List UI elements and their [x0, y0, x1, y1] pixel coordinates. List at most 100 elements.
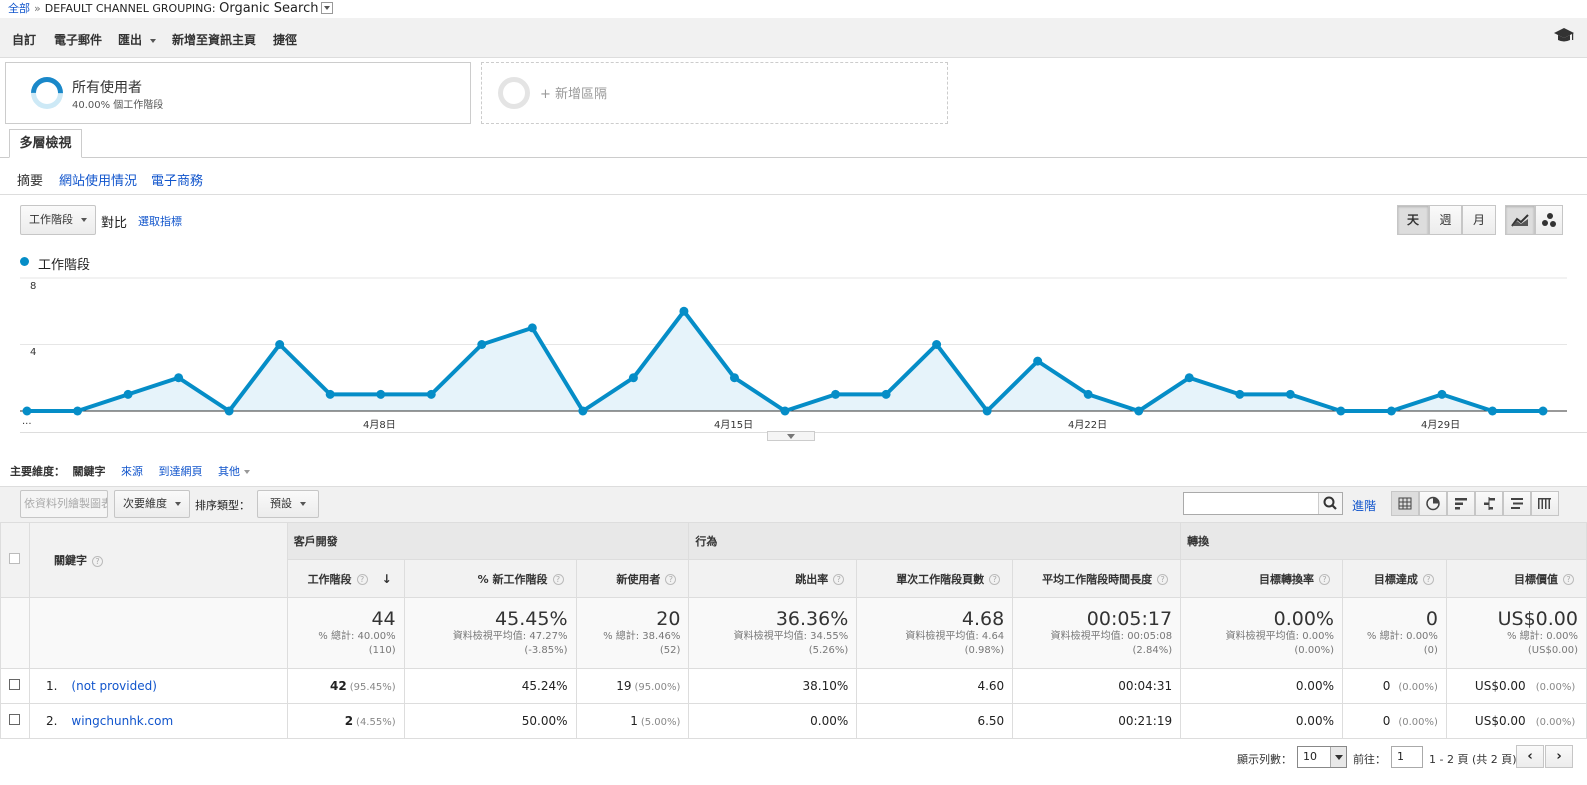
new-users-percent: (95.00%)	[634, 682, 681, 693]
help-icon[interactable]: ?	[356, 574, 368, 585]
breadcrumb-dropdown-icon[interactable]	[321, 2, 334, 14]
help-icon[interactable]: ?	[1157, 574, 1169, 585]
segment-all-users[interactable]: 所有使用者 40.00% 個工作階段	[5, 62, 471, 124]
pie-view-icon[interactable]	[1419, 491, 1447, 516]
data-point	[1386, 406, 1396, 416]
table-row[interactable]: 1. (not provided) 42 (95.45%) 45.24% 19 (95…	[0, 668, 1587, 704]
keyword-column-header[interactable]: 關鍵字?	[28, 522, 288, 598]
pages-per-session-column-header[interactable]: 單次工作階段頁數?	[856, 559, 1014, 598]
dimension-source[interactable]: 來源	[121, 465, 143, 478]
row-checkbox[interactable]	[9, 679, 21, 690]
data-point	[881, 389, 891, 399]
new-users-column-header[interactable]: 新使用者?	[575, 559, 690, 598]
pages-cell: 6.50	[856, 703, 1014, 739]
goal-value-column-header[interactable]: 目標價值?	[1445, 559, 1587, 598]
prev-page-button[interactable]: ‹	[1516, 745, 1544, 768]
data-point	[1083, 389, 1093, 399]
table-group-header-row: 關鍵字? 客戶開發 行為 轉換	[0, 522, 1587, 598]
term-cloud-view-icon[interactable]	[1503, 491, 1531, 516]
subnav-ecommerce[interactable]: 電子商務	[151, 170, 203, 189]
chart-resize-handle[interactable]	[767, 431, 815, 441]
email-button[interactable]: 電子郵件	[54, 31, 102, 48]
help-icon[interactable]: ?	[91, 555, 103, 567]
segment-subtitle: 40.00% 個工作階段	[72, 100, 164, 111]
goal-value-percent: (0.00%)	[1535, 717, 1576, 728]
help-icon[interactable]: ?	[1318, 574, 1330, 585]
rows-per-page-select[interactable]: 10	[1297, 746, 1347, 768]
help-icon[interactable]: ?	[833, 574, 845, 585]
avg-duration-column-header[interactable]: 平均工作階段時間長度?	[1012, 559, 1182, 598]
data-point	[1285, 389, 1295, 399]
dimension-landing-page[interactable]: 到達網頁	[159, 465, 203, 478]
sessions-column-header[interactable]: 工作階段? ↓	[286, 559, 405, 598]
total-value: 36.36%	[775, 608, 849, 630]
sort-desc-icon: ↓	[381, 571, 392, 586]
month-button[interactable]: 月	[1462, 205, 1496, 235]
row-number: 1.	[45, 679, 58, 693]
select-metric-link[interactable]: 選取指標	[138, 213, 182, 229]
sessions-header-label: 工作階段	[307, 572, 352, 586]
add-to-dashboard-button[interactable]: 新增至資訊主頁	[172, 31, 256, 48]
breadcrumb: 全部 » DEFAULT CHANNEL GROUPING: Organic Sea…	[8, 0, 334, 18]
goal-value-percent: (0.00%)	[1535, 682, 1576, 693]
keyword-link[interactable]: (not provided)	[71, 679, 157, 693]
keyword-link[interactable]: wingchunhk.com	[71, 714, 173, 728]
advanced-link[interactable]: 進階	[1352, 497, 1376, 514]
subnav-summary[interactable]: 摘要	[17, 170, 43, 189]
breadcrumb-separator: »	[34, 2, 41, 15]
goal-comp-value: 0	[1382, 714, 1391, 728]
day-button[interactable]: 天	[1397, 205, 1429, 235]
motion-chart-icon[interactable]	[1535, 205, 1563, 235]
metric-select[interactable]: 工作階段	[20, 205, 96, 235]
row-checkbox[interactable]	[9, 714, 21, 725]
table-view-icon[interactable]	[1391, 491, 1419, 516]
help-icon[interactable]: ?	[552, 574, 564, 585]
breadcrumb-all-link[interactable]: 全部	[8, 2, 30, 15]
data-point	[73, 406, 83, 416]
help-icon[interactable]: ?	[1422, 574, 1434, 585]
week-button[interactable]: 週	[1429, 205, 1462, 235]
help-icon[interactable]: ?	[1563, 574, 1574, 585]
select-all-checkbox[interactable]	[9, 553, 21, 564]
total-value: 44	[371, 608, 396, 630]
shortcut-button[interactable]: 捷徑	[273, 31, 297, 48]
total-value: 0.00%	[1273, 608, 1334, 630]
comparison-view-icon[interactable]	[1475, 491, 1503, 516]
tab-explorer[interactable]: 多層檢視	[9, 129, 82, 158]
customize-button[interactable]: 自訂	[12, 31, 36, 48]
next-page-button[interactable]: ›	[1545, 745, 1573, 768]
help-icon[interactable]: ?	[665, 574, 677, 585]
new-users-cell: 19 (95.00%)	[575, 668, 690, 704]
primary-dimension-label: 主要維度：	[10, 465, 65, 478]
performance-view-icon[interactable]	[1447, 491, 1475, 516]
chevron-down-icon	[150, 38, 157, 43]
plot-rows-button[interactable]: 依資料列繪製圖表	[20, 490, 108, 518]
data-point	[1184, 373, 1194, 383]
bounce-rate-column-header[interactable]: 跳出率?	[688, 559, 858, 598]
data-point	[729, 373, 739, 383]
table-search-input[interactable]	[1183, 492, 1343, 515]
select-all-cell	[0, 522, 30, 598]
sort-type-select[interactable]: 預設	[257, 490, 319, 518]
line-chart-icon[interactable]	[1505, 205, 1535, 235]
subnav-site-usage[interactable]: 網站使用情況	[59, 170, 137, 189]
dimension-keyword[interactable]: 關鍵字	[73, 465, 106, 478]
dimension-other[interactable]: 其他	[218, 465, 250, 478]
total-value: 45.45%	[495, 608, 568, 630]
export-button[interactable]: 匯出	[118, 31, 157, 48]
table-row[interactable]: 2. wingchunhk.com 2 (4.55%) 50.00% 1 (5.00%…	[0, 703, 1587, 739]
goal-value-cell: US$0.00 (0.00%)	[1445, 668, 1587, 704]
pivot-view-icon[interactable]	[1531, 491, 1559, 516]
add-segment-box[interactable]: + 新增區隔	[481, 62, 948, 124]
total-goal-value: US$0.00% 總計: 0.00% (US$0.00)	[1445, 597, 1587, 669]
search-icon[interactable]	[1318, 493, 1342, 514]
data-point	[1235, 389, 1245, 399]
total-value: 4.68	[961, 608, 1005, 630]
new-sessions-column-header[interactable]: % 新工作階段?	[403, 559, 577, 598]
secondary-dimension-select[interactable]: 次要維度	[114, 490, 190, 518]
goal-rate-column-header[interactable]: 目標轉換率?	[1180, 559, 1343, 598]
goal-completions-column-header[interactable]: 目標達成?	[1341, 559, 1447, 598]
help-icon[interactable]: ?	[989, 574, 1001, 585]
graduation-cap-icon[interactable]	[1553, 27, 1575, 43]
goto-page-input[interactable]: 1	[1391, 746, 1423, 768]
